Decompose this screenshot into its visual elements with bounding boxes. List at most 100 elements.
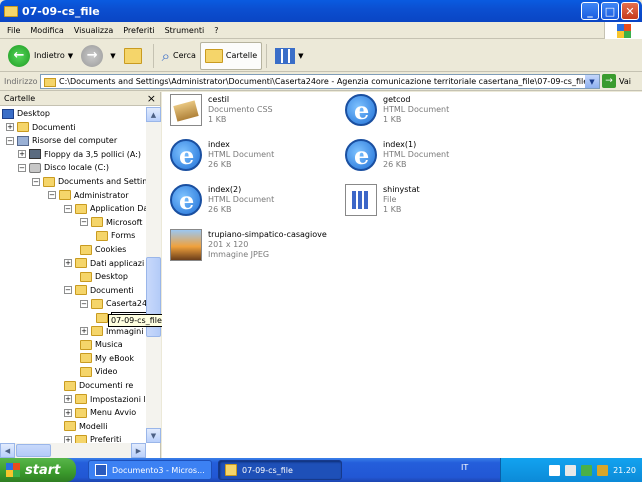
collapse-icon[interactable]: − bbox=[80, 218, 88, 227]
collapse-icon[interactable]: − bbox=[64, 286, 72, 295]
menu-help[interactable]: ? bbox=[209, 26, 223, 35]
tree-horizontal-scrollbar[interactable]: ◀ ▶ bbox=[0, 443, 146, 458]
tree-item[interactable]: Video bbox=[80, 365, 117, 378]
language-indicator[interactable]: IT bbox=[461, 463, 468, 472]
volume-icon[interactable] bbox=[581, 464, 593, 476]
tree-item[interactable]: + Floppy da 3,5 pollici (A:) bbox=[18, 148, 141, 161]
tree-item[interactable]: Cookies bbox=[80, 243, 126, 256]
tree-item[interactable]: − Microsoft bbox=[80, 216, 142, 229]
desktop-icon bbox=[2, 108, 14, 119]
security-icon[interactable] bbox=[597, 464, 609, 476]
tree-item[interactable]: Forms bbox=[96, 229, 135, 242]
file-item[interactable]: index(2)HTML Document26 KB bbox=[170, 184, 340, 226]
views-button[interactable]: ▼ bbox=[271, 42, 307, 70]
clock[interactable]: 21.20 bbox=[613, 466, 636, 475]
collapse-icon[interactable]: − bbox=[80, 299, 88, 308]
scroll-up-icon[interactable]: ▲ bbox=[146, 107, 161, 122]
folders-button[interactable]: Cartelle bbox=[199, 41, 263, 70]
tree-item-label: Documenti bbox=[90, 285, 134, 295]
chevron-down-icon[interactable]: ▼ bbox=[68, 52, 73, 60]
expand-icon[interactable]: + bbox=[64, 435, 72, 443]
tree-item[interactable]: − Documents and Settin bbox=[32, 175, 146, 188]
chevron-down-icon[interactable]: ▼ bbox=[298, 52, 303, 60]
tree-item-label: Documenti bbox=[32, 122, 76, 132]
folder-icon bbox=[80, 353, 92, 364]
file-name: cestil bbox=[208, 95, 230, 104]
start-button[interactable]: start bbox=[0, 458, 76, 482]
title-bar[interactable]: 07-09-cs_file _ □ ✕ bbox=[0, 0, 642, 22]
tree-item[interactable]: − Caserta24 bbox=[80, 297, 146, 310]
tree-item[interactable]: − Documenti bbox=[64, 284, 134, 297]
collapse-icon[interactable]: − bbox=[6, 136, 14, 145]
scroll-thumb[interactable] bbox=[16, 444, 51, 457]
menu-favorites[interactable]: Preferiti bbox=[118, 26, 159, 35]
menu-tools[interactable]: Strumenti bbox=[160, 26, 210, 35]
tree-item[interactable]: + Documenti bbox=[6, 121, 76, 134]
taskbar-item-explorer[interactable]: 07-09-cs_file bbox=[218, 460, 342, 480]
menu-view[interactable]: Visualizza bbox=[69, 26, 118, 35]
tree-item[interactable]: Desktop bbox=[80, 270, 128, 283]
collapse-icon[interactable]: − bbox=[48, 191, 56, 200]
network-icon[interactable] bbox=[565, 464, 577, 476]
close-button[interactable]: ✕ bbox=[621, 2, 639, 20]
file-item[interactable]: shinystat File 1 KB bbox=[345, 184, 515, 226]
file-item[interactable]: index(1)HTML Document26 KB bbox=[345, 139, 515, 181]
go-button[interactable]: → Vai bbox=[602, 74, 631, 88]
up-folder-button[interactable] bbox=[120, 42, 149, 70]
back-button[interactable]: ← Indietro ▼ bbox=[4, 42, 77, 70]
forward-button[interactable]: → ▼ bbox=[77, 42, 119, 70]
up-folder-icon bbox=[123, 47, 142, 64]
taskbar-item-word[interactable]: Documento3 - Micros... bbox=[88, 460, 212, 480]
search-button[interactable]: ⌕ Cerca bbox=[158, 42, 200, 70]
tree-item[interactable]: − Risorse del computer bbox=[6, 134, 117, 147]
scroll-right-icon[interactable]: ▶ bbox=[131, 443, 146, 458]
tree-item-label: Risorse del computer bbox=[32, 136, 118, 146]
chevron-down-icon[interactable]: ▼ bbox=[110, 52, 115, 60]
tree-item[interactable]: − Application Da bbox=[64, 202, 146, 215]
scroll-down-icon[interactable]: ▼ bbox=[146, 428, 161, 443]
tree-item[interactable]: + Menu Avvio bbox=[64, 406, 136, 419]
folder-icon bbox=[75, 407, 87, 418]
expand-icon[interactable]: + bbox=[64, 259, 72, 268]
tree-item-label: Administrator bbox=[74, 190, 129, 200]
expand-icon[interactable]: + bbox=[18, 150, 26, 159]
minimize-button[interactable]: _ bbox=[581, 2, 599, 20]
file-item[interactable]: getcodHTML Document1 KB bbox=[345, 94, 515, 136]
expand-icon[interactable]: + bbox=[64, 408, 72, 417]
file-type: File bbox=[383, 195, 397, 204]
maximize-button[interactable]: □ bbox=[601, 2, 619, 20]
file-item[interactable]: trupiano-simpatico-casagiove 201 x 120 Imm… bbox=[170, 229, 340, 271]
panel-close-icon[interactable]: × bbox=[147, 92, 156, 105]
expand-icon[interactable]: + bbox=[6, 123, 14, 132]
collapse-icon[interactable]: − bbox=[64, 204, 72, 213]
scroll-left-icon[interactable]: ◀ bbox=[0, 443, 15, 458]
tree-vertical-scrollbar[interactable]: ▲ ▼ bbox=[146, 107, 161, 443]
tree-item-label: Desktop bbox=[95, 272, 128, 282]
tree-item[interactable]: Musica bbox=[80, 338, 123, 351]
folder-icon bbox=[4, 5, 18, 17]
tree-item[interactable]: My eBook bbox=[80, 352, 134, 365]
file-item[interactable]: cestil Documento CSS 1 KB bbox=[170, 94, 340, 136]
explorer-window: 07-09-cs_file _ □ ✕ File Modifica Visual… bbox=[0, 0, 642, 458]
tree-item[interactable]: − Administrator bbox=[48, 189, 129, 202]
collapse-icon[interactable]: − bbox=[32, 177, 40, 186]
tree-item[interactable]: − Disco locale (C:) bbox=[18, 161, 109, 174]
tree-item[interactable]: + Preferiti bbox=[64, 433, 121, 443]
address-dropdown-icon[interactable]: ▼ bbox=[585, 75, 599, 88]
tree-item[interactable]: Desktop bbox=[2, 107, 50, 120]
address-field[interactable]: C:\Documents and Settings\Administrator\… bbox=[40, 74, 600, 89]
expand-icon[interactable]: + bbox=[80, 327, 88, 336]
help-icon[interactable] bbox=[549, 464, 561, 476]
tree-item[interactable]: + Impostazioni l bbox=[64, 393, 146, 406]
expand-icon[interactable]: + bbox=[64, 395, 72, 404]
tree-item[interactable]: + Dati applicazi bbox=[64, 257, 144, 270]
collapse-icon[interactable]: − bbox=[18, 163, 26, 172]
file-type: HTML Document bbox=[208, 150, 275, 159]
tree-item[interactable]: Modelli bbox=[64, 420, 107, 433]
file-item[interactable]: indexHTML Document26 KB bbox=[170, 139, 340, 181]
tree-item-label: Menu Avvio bbox=[90, 408, 137, 418]
menu-file[interactable]: File bbox=[2, 26, 25, 35]
menu-edit[interactable]: Modifica bbox=[25, 26, 68, 35]
tree-item-label: Documents and Settin bbox=[58, 177, 146, 186]
tree-item[interactable]: Documenti re bbox=[64, 379, 133, 392]
